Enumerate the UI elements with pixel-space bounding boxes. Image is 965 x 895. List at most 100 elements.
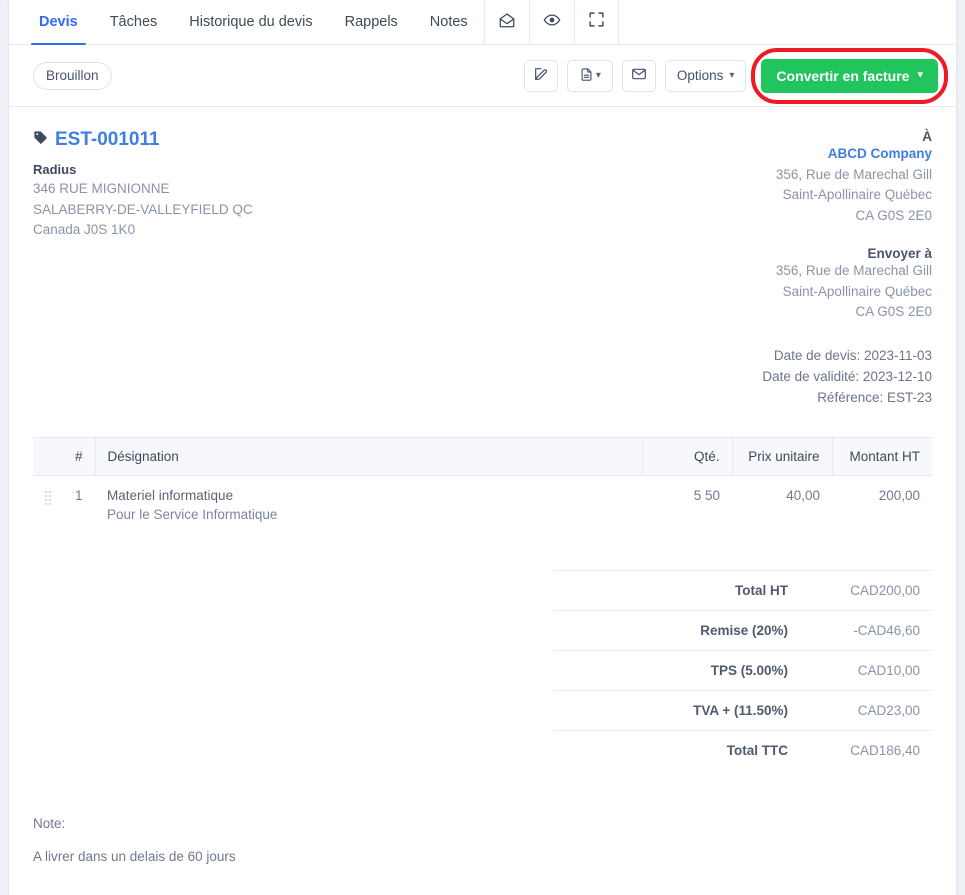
open-envelope-icon (498, 11, 516, 34)
row-designation: Materiel informatique Pour le Service In… (95, 475, 642, 528)
note-text: A livrer dans un delais de 60 jours (33, 848, 236, 864)
tab-rappels[interactable]: Rappels (329, 0, 414, 44)
total-ht-value: CAD200,00 (800, 569, 932, 611)
bill-to-address-line: Saint-Apollinaire Québec (782, 187, 932, 203)
convert-to-invoice-label: Convertir en facture (776, 67, 910, 84)
sender-address: 346 RUE MIGNIONNE SALABERRY-DE-VALLEYFIE… (33, 179, 762, 241)
eye-icon (543, 11, 561, 34)
action-bar: Brouillon ▾ Options ▾ Convertir en factu… (9, 45, 956, 107)
dot (45, 498, 47, 501)
item-title: Materiel informatique (107, 487, 234, 503)
estimate-number-row: EST-001011 (33, 129, 762, 151)
options-button[interactable]: Options ▾ (664, 59, 747, 92)
ship-to-address-line: Saint-Apollinaire Québec (782, 283, 932, 299)
th-amount: Montant HT (831, 436, 932, 476)
quote-card: Devis Tâches Historique du devis Rappels… (8, 0, 957, 895)
edit-icon (533, 66, 549, 85)
tab-historique-label: Historique du devis (189, 14, 313, 30)
document-icon (579, 67, 594, 85)
tab-rappels-label: Rappels (344, 14, 398, 30)
tab-taches-label: Tâches (109, 14, 158, 30)
document-meta: Date de devis: 2023-11-03 Date de validi… (762, 345, 932, 409)
totals-row-total-ttc: Total TTC CAD186,40 (554, 729, 932, 770)
total-ht-label: Total HT (554, 569, 800, 611)
table-row[interactable]: 1 Materiel informatique Pour le Service … (33, 475, 932, 528)
tab-devis[interactable]: Devis (23, 0, 94, 45)
tab-taches[interactable]: Tâches (94, 0, 174, 44)
totals-row-tva: TVA + (11.50%) CAD23,00 (554, 689, 932, 731)
tab-bar: Devis Tâches Historique du devis Rappels… (9, 0, 956, 45)
sender-address-line: 346 RUE MIGNIONNE (33, 181, 170, 196)
tab-historique[interactable]: Historique du devis (173, 0, 328, 44)
tva-value: CAD23,00 (800, 689, 932, 731)
row-drag-handle-cell (33, 475, 63, 528)
bill-to-address-line: CA G0S 2E0 (855, 207, 932, 223)
row-unit-price: 40,00 (786, 487, 820, 503)
estimate-number[interactable]: EST-001011 (55, 129, 160, 151)
chevron-down-icon: ▾ (729, 69, 735, 81)
sender-block: EST-001011 Radius 346 RUE MIGNIONNE SALA… (33, 129, 762, 241)
dot (49, 490, 51, 493)
convert-to-invoice-wrapper: Convertir en facture ▾ (751, 47, 948, 104)
bill-to-company[interactable]: ABCD Company (762, 144, 932, 165)
recipient-block: À ABCD Company 356, Rue de Marechal Gill… (762, 129, 932, 409)
action-buttons: ▾ Options ▾ Convertir en facture ▾ (523, 47, 948, 104)
quote-date: Date de devis: 2023-11-03 (773, 347, 932, 363)
bill-to-address-line: 356, Rue de Marechal Gill (775, 166, 932, 182)
tps-value: CAD10,00 (800, 649, 932, 691)
totals-body: Total HT CAD200,00 Remise (20%) -CAD46,6… (554, 569, 932, 770)
total-ttc-value: CAD186,40 (800, 729, 932, 770)
envelope-icon (631, 66, 647, 85)
tab-notes-label: Notes (429, 14, 468, 30)
chevron-down-icon: ▾ (595, 69, 601, 81)
drag-handle-icon[interactable] (45, 490, 51, 505)
remise-label: Remise (20%) (554, 609, 800, 651)
th-index: # (63, 436, 96, 476)
tab-preview[interactable] (528, 0, 574, 44)
dot (49, 502, 51, 505)
address-gap (762, 226, 932, 246)
convert-to-invoice-button[interactable]: Convertir en facture ▾ (761, 58, 938, 93)
tva-label: TVA + (11.50%) (554, 689, 800, 731)
document-export-button[interactable]: ▾ (566, 59, 613, 92)
dot (45, 490, 47, 493)
document-body: EST-001011 Radius 346 RUE MIGNIONNE SALA… (9, 107, 956, 770)
ship-to-address-line: CA G0S 2E0 (855, 304, 932, 320)
total-ttc-label: Total TTC (554, 729, 800, 770)
th-qty: Qté. (641, 436, 732, 476)
validity-date: Date de validité: 2023-12-10 (762, 368, 932, 384)
ship-to-address-line: 356, Rue de Marechal Gill (775, 263, 932, 279)
notes-section: Note: A livrer dans un delais de 60 jour… (9, 770, 956, 895)
tab-open-envelope[interactable] (483, 0, 529, 44)
send-email-button[interactable] (621, 59, 656, 92)
ship-to-label: Envoyer à (867, 246, 932, 262)
tab-fullscreen[interactable] (573, 0, 619, 44)
status-badge: Brouillon (33, 61, 112, 90)
item-subtitle: Pour le Service Informatique (107, 506, 278, 522)
sender-company: Radius (33, 162, 77, 177)
tab-notes[interactable]: Notes (414, 0, 484, 44)
row-index: 1 (75, 487, 83, 503)
bill-to-address: ABCD Company 356, Rue de Marechal Gill S… (762, 144, 932, 226)
th-unit-price: Prix unitaire (731, 436, 832, 476)
edit-button[interactable] (523, 59, 558, 92)
dot (49, 498, 51, 501)
sender-address-line: Canada J0S 1K0 (33, 222, 136, 238)
line-items-table: # Désignation Qté. Prix unitaire Montant… (33, 436, 932, 528)
fullscreen-icon (588, 11, 605, 33)
dot (45, 494, 47, 497)
tps-label: TPS (5.00%) (554, 649, 800, 691)
dot (45, 502, 47, 505)
th-handle (33, 436, 63, 476)
ship-to-address: 356, Rue de Marechal Gill Saint-Apollina… (762, 261, 932, 323)
bill-to-label: À (922, 129, 932, 144)
th-designation: Désignation (94, 436, 642, 476)
remise-value: -CAD46,60 (800, 609, 932, 651)
quote-detail-page: Devis Tâches Historique du devis Rappels… (0, 0, 965, 895)
dot (49, 494, 51, 497)
options-label: Options (676, 68, 724, 83)
chevron-down-icon: ▾ (917, 69, 923, 81)
totals-table: Total HT CAD200,00 Remise (20%) -CAD46,6… (554, 569, 932, 770)
row-qty: 5 50 (693, 487, 720, 503)
tab-devis-label: Devis (39, 14, 78, 30)
